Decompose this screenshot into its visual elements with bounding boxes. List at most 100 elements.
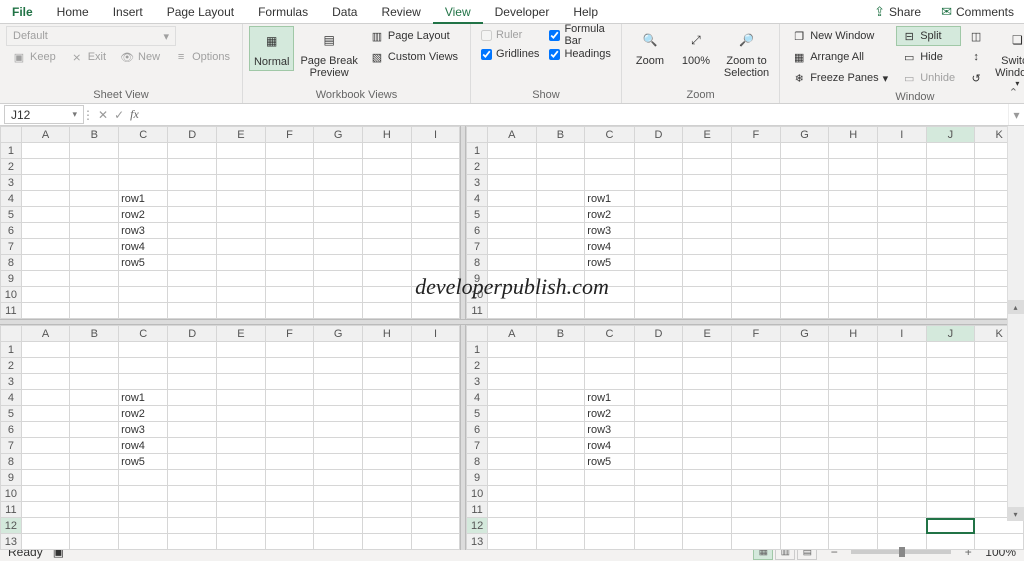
cell-C2[interactable] [585, 358, 634, 374]
cell-D1[interactable] [634, 342, 683, 358]
cell-E9[interactable] [217, 271, 266, 287]
cell-G11[interactable] [314, 303, 363, 319]
cell-I9[interactable] [878, 271, 927, 287]
cell-H11[interactable] [363, 502, 412, 518]
cell-B9[interactable] [70, 271, 119, 287]
cell-D10[interactable] [168, 287, 217, 303]
cell-J6[interactable] [926, 223, 975, 239]
cell-E11[interactable] [217, 303, 266, 319]
cell-C9[interactable] [585, 470, 634, 486]
tab-help[interactable]: Help [561, 0, 610, 24]
row-header-1[interactable]: 1 [467, 342, 488, 358]
cell-I8[interactable] [878, 255, 927, 271]
cell-I10[interactable] [878, 287, 927, 303]
cell-I5[interactable] [878, 207, 927, 223]
cell-D4[interactable] [168, 191, 217, 207]
cell-D13[interactable] [634, 534, 683, 550]
cell-F11[interactable] [731, 303, 780, 319]
cell-B7[interactable] [536, 239, 585, 255]
cell-D9[interactable] [634, 271, 683, 287]
cell-C9[interactable] [119, 470, 168, 486]
cell-C3[interactable] [585, 175, 634, 191]
cell-D12[interactable] [168, 518, 217, 534]
row-header-3[interactable]: 3 [467, 374, 488, 390]
cell-A5[interactable] [21, 406, 70, 422]
cell-E8[interactable] [217, 454, 266, 470]
row-header-4[interactable]: 4 [1, 191, 22, 207]
cell-A4[interactable] [487, 390, 536, 406]
cell-J7[interactable] [926, 239, 975, 255]
cell-A3[interactable] [487, 175, 536, 191]
tab-home[interactable]: Home [45, 0, 101, 24]
cell-E4[interactable] [217, 191, 266, 207]
cell-C8[interactable]: row5 [585, 454, 634, 470]
cell-B13[interactable] [70, 534, 119, 550]
cell-C3[interactable] [585, 374, 634, 390]
split-button[interactable]: ⊟Split [896, 26, 961, 46]
cell-E9[interactable] [217, 470, 266, 486]
cell-I2[interactable] [878, 358, 927, 374]
cell-D1[interactable] [168, 342, 217, 358]
cell-H5[interactable] [363, 406, 412, 422]
cell-I6[interactable] [411, 422, 460, 438]
cell-A6[interactable] [487, 422, 536, 438]
cell-H1[interactable] [829, 342, 878, 358]
cell-E6[interactable] [683, 422, 732, 438]
cell-G6[interactable] [314, 422, 363, 438]
cell-C9[interactable] [119, 271, 168, 287]
cell-A7[interactable] [21, 239, 70, 255]
cell-K13[interactable] [975, 534, 1024, 550]
formula-input[interactable] [145, 104, 1008, 125]
cell-B6[interactable] [536, 223, 585, 239]
cell-E3[interactable] [217, 175, 266, 191]
cell-F2[interactable] [265, 358, 314, 374]
row-header-1[interactable]: 1 [1, 342, 22, 358]
cell-D13[interactable] [168, 534, 217, 550]
cell-I1[interactable] [878, 342, 927, 358]
cell-B2[interactable] [536, 159, 585, 175]
cell-B4[interactable] [70, 191, 119, 207]
cell-C8[interactable]: row5 [119, 255, 168, 271]
cell-G11[interactable] [780, 502, 829, 518]
row-header-12[interactable]: 12 [1, 518, 22, 534]
cell-C11[interactable] [119, 303, 168, 319]
cell-F7[interactable] [265, 438, 314, 454]
cell-B11[interactable] [70, 303, 119, 319]
cell-F5[interactable] [265, 406, 314, 422]
cell-G4[interactable] [780, 191, 829, 207]
cell-E10[interactable] [217, 287, 266, 303]
cell-C10[interactable] [585, 287, 634, 303]
row-header-11[interactable]: 11 [1, 303, 22, 319]
cell-D10[interactable] [634, 287, 683, 303]
cell-I10[interactable] [411, 486, 460, 502]
cell-F12[interactable] [265, 518, 314, 534]
cell-D11[interactable] [634, 502, 683, 518]
row-header-11[interactable]: 11 [467, 502, 488, 518]
cell-I8[interactable] [411, 255, 460, 271]
cell-H7[interactable] [829, 438, 878, 454]
col-header-E[interactable]: E [683, 326, 732, 342]
cell-H12[interactable] [363, 518, 412, 534]
col-header-C[interactable]: C [119, 326, 168, 342]
cell-I7[interactable] [411, 239, 460, 255]
cell-G9[interactable] [314, 470, 363, 486]
col-header-A[interactable]: A [487, 127, 536, 143]
cell-C1[interactable] [119, 342, 168, 358]
col-header-E[interactable]: E [217, 326, 266, 342]
tab-developer[interactable]: Developer [483, 0, 562, 24]
cell-H4[interactable] [829, 390, 878, 406]
cell-H8[interactable] [829, 454, 878, 470]
cell-G5[interactable] [780, 406, 829, 422]
cell-C7[interactable]: row4 [585, 239, 634, 255]
cell-C7[interactable]: row4 [119, 239, 168, 255]
cell-G5[interactable] [314, 207, 363, 223]
cell-B9[interactable] [70, 470, 119, 486]
cell-G1[interactable] [780, 143, 829, 159]
cell-D3[interactable] [634, 175, 683, 191]
cell-J1[interactable] [926, 342, 975, 358]
cell-A5[interactable] [487, 207, 536, 223]
cell-G13[interactable] [780, 534, 829, 550]
cell-A11[interactable] [487, 502, 536, 518]
cell-A12[interactable] [487, 518, 536, 534]
cell-A3[interactable] [487, 374, 536, 390]
